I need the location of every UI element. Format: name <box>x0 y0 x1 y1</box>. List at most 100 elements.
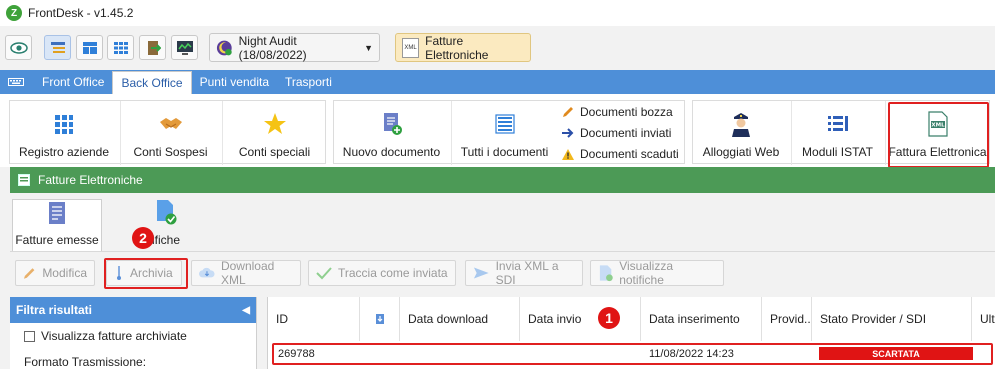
invoice-grid: ID Data download Data invio Data inserim… <box>267 297 995 369</box>
ribbon-group-aziende: Registro aziende Conti Sospesi Conti spe… <box>9 100 326 165</box>
exit-button[interactable] <box>139 35 166 60</box>
annotation-badge-1: 1 <box>598 307 620 329</box>
eye-button[interactable] <box>5 35 32 60</box>
invia-xml-sdi-label: Invia XML a SDI <box>495 259 559 287</box>
conti-sospesi-button[interactable]: Conti Sospesi <box>120 101 220 165</box>
moon-icon <box>216 40 232 55</box>
main-toolbar: Night Audit (18/08/2022) ▼ XML Fatture E… <box>0 26 995 68</box>
conti-speciali-button[interactable]: Conti speciali <box>222 101 326 165</box>
archived-checkbox[interactable] <box>24 330 35 342</box>
alloggiati-web-button[interactable]: Alloggiati Web <box>693 101 789 165</box>
night-audit-dropdown[interactable]: Night Audit (18/08/2022) ▼ <box>209 33 380 62</box>
column-header-id[interactable]: ID <box>268 297 360 341</box>
monitor-button[interactable] <box>171 35 198 60</box>
tab-trasporti[interactable]: Trasporti <box>277 70 340 94</box>
eye-icon <box>9 41 28 54</box>
tab-back-office[interactable]: Back Office <box>112 71 192 94</box>
column-header-archive[interactable] <box>360 297 400 341</box>
column-header-ultimo[interactable]: Ulti <box>972 297 995 341</box>
title-bar: Z FrontDesk - v1.45.2 <box>0 0 995 26</box>
layout-view-button[interactable] <box>76 35 103 60</box>
formato-label-row: Formato Trasmissione: <box>10 349 256 369</box>
column-header-stato[interactable]: Stato Provider / SDI <box>812 297 972 341</box>
visualizza-notifiche-button[interactable]: Visualizza notifiche <box>590 259 724 287</box>
filter-header[interactable]: Filtra risultati ◀ <box>10 297 256 323</box>
fatture-elettroniche-label: Fatture Elettroniche <box>425 33 489 62</box>
tutti-documenti-button[interactable]: Tutti i documenti <box>451 101 557 165</box>
night-audit-label: Night Audit (18/08/2022) <box>238 33 307 62</box>
notification-document-icon <box>599 265 613 282</box>
tab-fatture-emesse-label: Fatture emesse <box>15 233 99 247</box>
archive-column-icon <box>375 314 384 324</box>
new-document-icon <box>379 111 405 137</box>
keyboard-icon[interactable] <box>0 70 32 94</box>
window-title: Fatture Elettroniche <box>38 173 143 187</box>
filter-panel: Filtra risultati ◀ Visualizza fatture ar… <box>10 297 257 369</box>
app-logo-icon: Z <box>6 5 22 21</box>
conti-speciali-label: Conti speciali <box>238 145 311 159</box>
window-title-bar: Fatture Elettroniche <box>10 167 995 193</box>
invia-xml-sdi-button[interactable]: Invia XML a SDI <box>465 259 583 287</box>
collapse-left-icon[interactable]: ◀ <box>242 305 250 316</box>
documenti-bozza-label: Documenti bozza <box>580 105 673 119</box>
column-header-provider[interactable]: Provid.. <box>762 297 812 341</box>
modifica-button[interactable]: Modifica <box>15 260 95 286</box>
documenti-scaduti-link[interactable]: Documenti scaduti <box>562 147 679 161</box>
cell-id: 269788 <box>278 348 315 360</box>
xml-file-icon: XML <box>402 37 420 58</box>
moduli-istat-label: Moduli ISTAT <box>802 145 873 159</box>
fatture-elettroniche-button[interactable]: XML Fatture Elettroniche <box>395 33 531 62</box>
documenti-inviati-label: Documenti inviati <box>580 126 672 140</box>
app-title: FrontDesk - v1.45.2 <box>28 6 134 20</box>
checkmark-icon <box>316 267 332 280</box>
modifica-label: Modifica <box>42 266 87 280</box>
documenti-inviati-link[interactable]: Documenti inviati <box>562 126 671 140</box>
pencil-icon <box>23 268 35 279</box>
grid-icon <box>113 41 128 54</box>
send-icon <box>473 267 489 279</box>
notification-document-icon <box>157 200 177 225</box>
invoice-list-icon <box>49 202 65 224</box>
tab-punti-vendita[interactable]: Punti vendita <box>192 70 277 94</box>
list-bullets-icon <box>825 111 851 137</box>
arrow-right-icon <box>562 128 574 138</box>
tab-front-office[interactable]: Front Office <box>32 70 112 94</box>
tutti-documenti-label: Tutti i documenti <box>460 145 549 159</box>
archived-checkbox-label: Visualizza fatture archiviate <box>41 329 187 343</box>
grid-view-button[interactable] <box>107 35 134 60</box>
layout-icon <box>82 41 97 54</box>
column-header-data-inserimento[interactable]: Data inserimento <box>641 297 762 341</box>
registro-aziende-button[interactable]: Registro aziende <box>10 101 118 165</box>
formato-label: Formato Trasmissione: <box>24 355 147 369</box>
chevron-down-icon: ▼ <box>364 42 373 53</box>
archived-filter-row[interactable]: Visualizza fatture archiviate <box>10 323 256 349</box>
list-view-icon <box>50 41 65 53</box>
tab-fatture-emesse[interactable]: Fatture emesse <box>12 199 102 251</box>
traccia-come-inviata-button[interactable]: Traccia come inviata <box>308 260 456 286</box>
filter-title: Filtra risultati <box>16 303 93 317</box>
nuovo-documento-button[interactable]: Nuovo documento <box>334 101 449 165</box>
documenti-bozza-link[interactable]: Documenti bozza <box>562 105 673 119</box>
warning-icon <box>562 148 574 160</box>
registro-aziende-label: Registro aziende <box>18 145 110 159</box>
ribbon: Registro aziende Conti Sospesi Conti spe… <box>0 94 995 168</box>
ribbon-group-documenti: Nuovo documento Tutti i documenti Docume… <box>333 100 685 165</box>
documenti-scaduti-label: Documenti scaduti <box>580 147 679 161</box>
window-body: Fatture emesse ifiche 2 Modifica Archivi… <box>10 193 995 369</box>
annotation-badge-2: 2 <box>132 227 154 249</box>
window-icon <box>18 174 30 186</box>
moduli-istat-button[interactable]: Moduli ISTAT <box>791 101 883 165</box>
tab-notifiche-label: ifiche <box>151 233 180 247</box>
highlight-fattura-elettronica <box>888 102 989 168</box>
nuovo-documento-label: Nuovo documento <box>342 145 441 159</box>
traccia-come-inviata-label: Traccia come inviata <box>338 266 448 280</box>
list-view-button[interactable] <box>44 35 71 60</box>
column-header-data-download[interactable]: Data download <box>400 297 520 341</box>
star-icon <box>262 111 288 137</box>
document-list-icon <box>492 111 518 137</box>
download-xml-label: Download XML <box>220 259 275 287</box>
column-header-data-invio[interactable]: Data invio <box>520 297 641 341</box>
cell-data-inserimento: 11/08/2022 14:23 <box>649 348 734 360</box>
monitor-chart-icon <box>176 40 193 55</box>
download-xml-button[interactable]: Download XML <box>191 259 301 287</box>
